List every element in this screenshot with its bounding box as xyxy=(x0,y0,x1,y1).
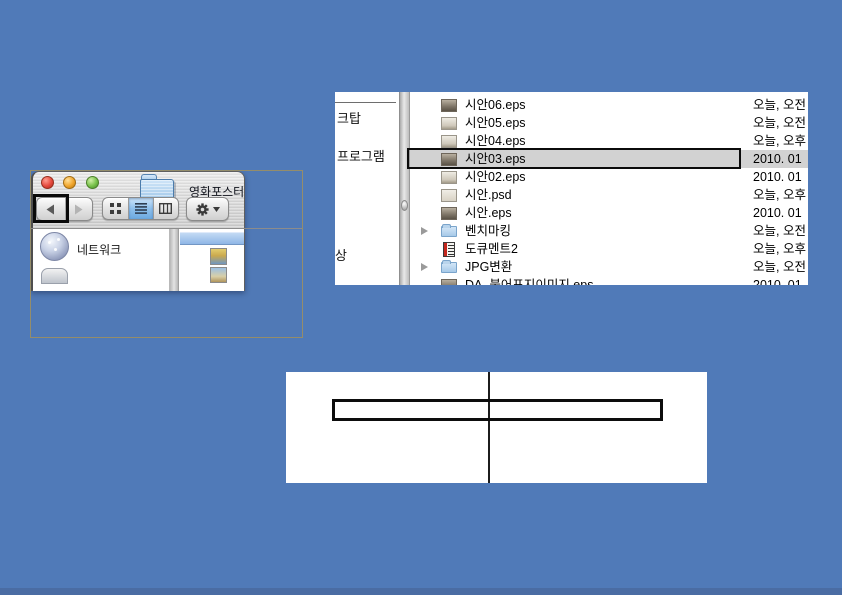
minimize-button[interactable] xyxy=(63,176,76,189)
outlined-rectangle-object[interactable] xyxy=(332,399,663,421)
file-name: 도큐멘트2 xyxy=(465,240,518,258)
file-date: 오늘, 오전 xyxy=(753,114,808,132)
eps-thumbnail-icon xyxy=(441,171,457,184)
document-canvas xyxy=(286,372,707,483)
icon-view-icon xyxy=(110,203,121,214)
file-row[interactable]: 시안06.eps 오늘, 오전 xyxy=(410,96,808,114)
eps-thumbnail-icon xyxy=(441,99,457,112)
psd-thumbnail-icon xyxy=(441,189,457,202)
file-name: 벤치마킹 xyxy=(465,222,511,240)
file-name: 시안06.eps xyxy=(465,96,526,114)
file-row[interactable]: 시안.eps 2010. 01 xyxy=(410,204,808,222)
eps-thumbnail-icon xyxy=(441,207,457,220)
sidebar-item-movies[interactable]: 상 xyxy=(335,245,347,264)
column-view-button[interactable] xyxy=(153,198,178,219)
sidebar-item-network[interactable]: 네트워크 xyxy=(77,241,121,258)
file-date: 오늘, 오후 xyxy=(753,186,808,204)
file-thumbnail[interactable] xyxy=(210,267,227,283)
view-mode-group xyxy=(102,197,179,220)
scrollbar-thumb[interactable] xyxy=(401,200,408,211)
forward-arrow-icon xyxy=(73,204,84,215)
close-button[interactable] xyxy=(41,176,54,189)
file-name: 시안.eps xyxy=(465,204,512,222)
gear-icon xyxy=(195,202,210,217)
sidebar-item-desktop[interactable]: 크탑 xyxy=(337,108,361,127)
folder-icon xyxy=(441,262,457,273)
file-date: 2010. 01 xyxy=(753,150,808,168)
scrollbar-track[interactable] xyxy=(399,92,410,285)
sidebar-divider xyxy=(335,102,396,103)
file-row[interactable]: DA_붙어표지이미지.eps 2010. 01 xyxy=(410,276,808,285)
eps-thumbnail-icon xyxy=(441,135,457,148)
column-view-icon xyxy=(159,203,172,214)
file-row[interactable]: 시안02.eps 2010. 01 xyxy=(410,168,808,186)
file-thumbnail[interactable] xyxy=(210,248,227,265)
file-name: 시안02.eps xyxy=(465,168,526,186)
icon-view-button[interactable] xyxy=(103,198,128,219)
file-list: 시안06.eps 오늘, 오전 시안05.eps 오늘, 오전 시안04.eps… xyxy=(410,92,808,285)
finder-list-view-panel: 크탑 프로그램 상 시안06.eps 오늘, 오전 시안05.eps 오늘, 오… xyxy=(335,92,808,285)
chevron-down-icon xyxy=(213,207,220,212)
disclosure-triangle-icon[interactable] xyxy=(421,263,428,271)
file-row[interactable]: JPG변환 오늘, 오전 xyxy=(410,258,808,276)
file-date: 오늘, 오후 xyxy=(753,132,808,150)
file-name: DA_붙어표지이미지.eps xyxy=(465,276,593,285)
file-date: 2010. 01 xyxy=(753,168,808,186)
annotation-rect-back-button xyxy=(33,194,69,223)
zoom-button[interactable] xyxy=(86,176,99,189)
center-guide-line xyxy=(488,372,490,483)
file-name: JPG변환 xyxy=(465,258,512,276)
disclosure-triangle-icon[interactable] xyxy=(421,227,428,235)
network-globe-icon xyxy=(40,232,69,261)
file-date: 2010. 01 xyxy=(753,276,808,285)
folder-icon xyxy=(441,226,457,237)
file-date: 오늘, 오전 xyxy=(753,96,808,114)
column-header[interactable] xyxy=(180,232,244,245)
eps-thumbnail-icon xyxy=(441,117,457,130)
file-row[interactable]: 도큐멘트2 오늘, 오후 xyxy=(410,240,808,258)
action-menu-button[interactable] xyxy=(186,197,229,221)
file-row[interactable]: 벤치마킹 오늘, 오전 xyxy=(410,222,808,240)
eps-thumbnail-icon xyxy=(441,279,457,286)
list-view-icon xyxy=(135,203,147,214)
file-row[interactable]: 시안05.eps 오늘, 오전 xyxy=(410,114,808,132)
sidebar-item-applications[interactable]: 프로그램 xyxy=(337,146,385,165)
disk-icon[interactable] xyxy=(41,268,68,284)
bottom-strip xyxy=(0,588,842,595)
pane-splitter[interactable] xyxy=(170,229,178,291)
finder-sidebar: 네트워크 xyxy=(33,229,170,291)
file-name: 시안05.eps xyxy=(465,114,526,132)
finder-list-pane xyxy=(178,229,244,291)
annotation-rect-selected-file xyxy=(407,148,741,169)
file-date: 2010. 01 xyxy=(753,204,808,222)
file-date: 오늘, 오전 xyxy=(753,222,808,240)
document-icon xyxy=(443,242,455,257)
file-name: 시안.psd xyxy=(465,186,512,204)
file-date: 오늘, 오후 xyxy=(753,240,808,258)
desktop-screenshot-fragment: 영화포스터 xyxy=(30,170,303,338)
file-date: 오늘, 오전 xyxy=(753,258,808,276)
list-view-button[interactable] xyxy=(128,198,153,219)
file-row[interactable]: 시안.psd 오늘, 오후 xyxy=(410,186,808,204)
